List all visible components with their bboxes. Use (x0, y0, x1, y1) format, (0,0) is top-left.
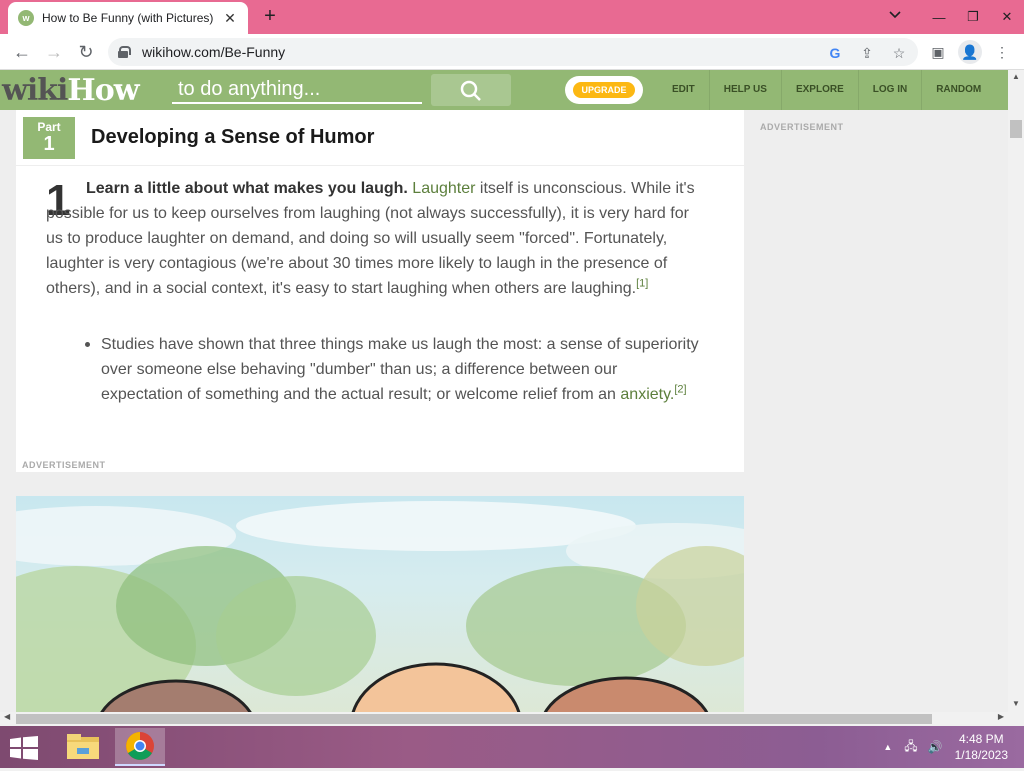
wikihow-logo[interactable]: wikiHow (2, 73, 140, 108)
part-label: Part (37, 120, 61, 134)
clock-time: 4:48 PM (958, 732, 1004, 746)
share-icon[interactable]: ⇪ (856, 42, 878, 64)
reference-1-link[interactable]: [1] (636, 278, 648, 290)
part-title: Developing a Sense of Humor (91, 126, 375, 148)
upgrade-button[interactable]: UPGRADE (565, 76, 643, 104)
lock-icon[interactable] (118, 46, 131, 58)
bullet-text: Studies have shown that three things mak… (101, 336, 699, 403)
menu-kebab-icon[interactable]: ⋮ (990, 40, 1014, 64)
network-icon[interactable]: 🖧 (904, 737, 917, 758)
step-body: itself is unconscious. While it's possib… (46, 180, 695, 297)
close-tab-icon[interactable]: ✕ (222, 10, 238, 27)
close-window-icon[interactable]: ✕ (990, 9, 1024, 25)
bookmark-star-icon[interactable]: ☆ (888, 42, 910, 64)
horizontal-scroll-thumb[interactable] (16, 714, 932, 724)
bullet-item: Studies have shown that three things mak… (85, 332, 701, 407)
address-bar[interactable]: wikihow.com/Be-Funny G ⇪ ☆ (108, 38, 918, 66)
clock-date: 1/18/2023 (954, 748, 1008, 762)
back-arrow-icon[interactable]: ← (10, 40, 34, 64)
anxiety-link[interactable]: anxiety. (620, 386, 674, 403)
advertisement-label: ADVERTISEMENT (22, 460, 106, 470)
part-header: Part 1 Developing a Sense of Humor (16, 110, 744, 166)
clock[interactable]: 4:48 PM 1/18/2023 (955, 731, 1008, 763)
nav-help-us[interactable]: HELP US (708, 70, 781, 110)
file-explorer-icon[interactable] (58, 728, 108, 766)
sidebar-advertisement-label: ADVERTISEMENT (760, 122, 844, 132)
step-illustration[interactable] (16, 496, 744, 712)
illustration-art (16, 501, 744, 712)
reference-2-link[interactable]: [2] (674, 384, 686, 396)
nav-explore[interactable]: EXPLORE (780, 70, 858, 110)
profile-avatar-icon[interactable]: 👤 (958, 40, 982, 64)
bullet-dot (85, 342, 90, 347)
system-tray: ▲ 🖧 🔊 4:48 PM 1/18/2023 (883, 726, 1008, 768)
step-bold-heading: Learn a little about what makes you laug… (86, 180, 408, 197)
new-tab-plus-icon[interactable]: + (258, 5, 282, 29)
scroll-up-arrow-icon[interactable]: ▲ (1012, 72, 1020, 81)
part-number: 1 (43, 133, 55, 155)
nav-random[interactable]: RANDOM (921, 70, 995, 110)
google-lens-icon[interactable]: G (824, 42, 846, 64)
scroll-right-arrow-icon[interactable]: ▶ (998, 712, 1004, 721)
volume-icon[interactable]: 🔊 (928, 740, 943, 754)
scroll-left-arrow-icon[interactable]: ◀ (4, 712, 10, 721)
chrome-taskbar-icon[interactable] (115, 728, 165, 766)
article-section: Part 1 Developing a Sense of Humor 1 Lea… (16, 110, 744, 472)
tray-overflow-chevron-icon[interactable]: ▲ (883, 742, 892, 752)
windows-taskbar: ▲ 🖧 🔊 4:48 PM 1/18/2023 (0, 726, 1024, 768)
scroll-down-arrow-icon[interactable]: ▼ (1012, 699, 1020, 708)
wikihow-header: wikiHow to do anything... UPGRADE EDIT H… (0, 70, 1008, 110)
reload-icon[interactable]: ↻ (74, 40, 98, 64)
search-input[interactable]: to do anything... (172, 76, 422, 104)
logo-how: How (67, 73, 139, 108)
laughter-link[interactable]: Laughter (412, 180, 475, 197)
step-text: Learn a little about what makes you laug… (46, 176, 706, 301)
vertical-scroll-thumb[interactable] (1010, 120, 1022, 138)
minimize-icon[interactable]: — (922, 10, 956, 25)
side-panel-icon[interactable]: ▣ (926, 40, 950, 64)
search-icon (460, 80, 481, 101)
upgrade-label: UPGRADE (573, 82, 635, 98)
wikihow-favicon-icon: w (18, 10, 34, 26)
forward-arrow-icon[interactable]: → (42, 40, 66, 64)
logo-wiki: wiki (2, 73, 68, 108)
browser-tab-strip: w How to Be Funny (with Pictures) ✕ + — … (0, 0, 1024, 34)
restore-icon[interactable]: ❐ (956, 9, 990, 25)
browser-tab[interactable]: w How to Be Funny (with Pictures) ✕ (8, 2, 248, 34)
part-badge: Part 1 (23, 117, 75, 159)
header-nav: EDIT HELP US EXPLORE LOG IN RANDOM (658, 70, 995, 110)
vertical-scrollbar[interactable]: ▲ ▼ (1008, 70, 1024, 712)
nav-log-in[interactable]: LOG IN (857, 70, 921, 110)
page-viewport: wikiHow to do anything... UPGRADE EDIT H… (0, 70, 1008, 712)
horizontal-scrollbar[interactable]: ◀ ▶ (0, 712, 1008, 726)
browser-toolbar: ← → ↻ wikihow.com/Be-Funny G ⇪ ☆ ▣ 👤 ⋮ (0, 34, 1024, 70)
tab-search-chevron-icon[interactable] (889, 8, 901, 22)
nav-edit[interactable]: EDIT (658, 70, 709, 110)
url-text[interactable]: wikihow.com/Be-Funny (142, 44, 285, 60)
windows-start-icon[interactable] (10, 736, 38, 760)
tab-title: How to Be Funny (with Pictures) (42, 11, 214, 25)
search-button[interactable] (431, 74, 511, 106)
